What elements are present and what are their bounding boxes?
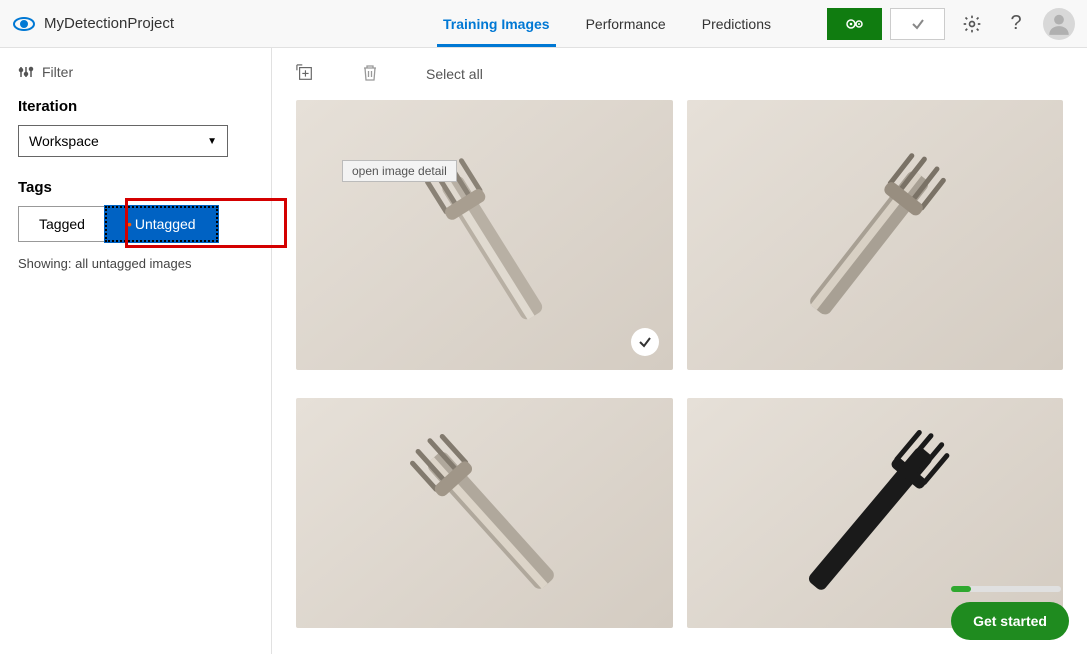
trash-icon xyxy=(362,64,378,82)
question-icon: ? xyxy=(1010,12,1021,35)
checkmark-icon xyxy=(638,335,652,349)
fork-image-icon xyxy=(296,398,673,628)
select-all-button[interactable]: Select all xyxy=(426,66,483,82)
tags-heading: Tags xyxy=(18,179,253,196)
untagged-button[interactable]: •Untagged xyxy=(105,206,218,242)
nav-tabs: Training Images Performance Predictions xyxy=(425,0,789,47)
app-header: MyDetectionProject Training Images Perfo… xyxy=(0,0,1087,48)
tag-filter-segmented: Tagged •Untagged xyxy=(18,206,218,242)
select-check-button[interactable] xyxy=(631,328,659,356)
tab-training-images[interactable]: Training Images xyxy=(425,0,568,47)
filter-button[interactable]: Filter xyxy=(18,64,253,80)
fork-image-icon xyxy=(687,100,1064,370)
iteration-heading: Iteration xyxy=(18,98,253,115)
chevron-down-icon: ▼ xyxy=(207,136,217,147)
sidebar: Filter Iteration Workspace ▼ Tags Tagged… xyxy=(0,48,272,654)
help-button[interactable]: ? xyxy=(999,7,1033,41)
delete-button[interactable] xyxy=(362,64,378,85)
tab-predictions[interactable]: Predictions xyxy=(684,0,789,47)
fork-image-icon xyxy=(687,398,1064,628)
onboarding-progress xyxy=(951,586,1061,592)
user-avatar[interactable] xyxy=(1043,8,1075,40)
gallery-toolbar: Select all xyxy=(272,48,1087,100)
image-thumbnail[interactable]: open image detail xyxy=(296,100,673,370)
image-thumbnail[interactable] xyxy=(296,398,673,628)
eye-logo-icon xyxy=(12,12,36,36)
tab-label: Performance xyxy=(586,16,666,32)
image-tooltip: open image detail xyxy=(342,160,457,182)
tagged-button[interactable]: Tagged xyxy=(18,206,105,242)
person-icon xyxy=(1046,11,1072,37)
image-gallery: open image detail xyxy=(272,100,1087,654)
tab-label: Predictions xyxy=(702,16,771,32)
showing-text: Showing: all untagged images xyxy=(18,256,253,271)
settings-button[interactable] xyxy=(955,7,989,41)
add-images-button[interactable] xyxy=(296,64,314,85)
progress-bar-fill xyxy=(951,586,971,592)
gear-icon xyxy=(962,14,982,34)
main-panel: Select all open image detail xyxy=(272,48,1087,654)
dropdown-value: Workspace xyxy=(29,133,99,149)
seg-label: Tagged xyxy=(39,216,85,232)
project-name: MyDetectionProject xyxy=(44,15,174,32)
image-thumbnail[interactable] xyxy=(687,398,1064,628)
seg-label: Untagged xyxy=(135,216,196,232)
image-thumbnail[interactable] xyxy=(687,100,1064,370)
iteration-dropdown[interactable]: Workspace ▼ xyxy=(18,125,228,157)
tab-performance[interactable]: Performance xyxy=(568,0,684,47)
sliders-icon xyxy=(18,64,34,80)
get-started-button[interactable]: Get started xyxy=(951,602,1069,640)
indicator-dot-icon: • xyxy=(127,216,132,232)
checkmark-icon xyxy=(910,16,926,32)
train-button[interactable] xyxy=(827,8,882,40)
fork-image-icon xyxy=(296,100,673,370)
tab-label: Training Images xyxy=(443,16,550,32)
filter-label: Filter xyxy=(42,64,73,80)
quick-test-button[interactable] xyxy=(890,8,945,40)
gears-icon xyxy=(844,16,866,32)
add-image-icon xyxy=(296,64,314,82)
